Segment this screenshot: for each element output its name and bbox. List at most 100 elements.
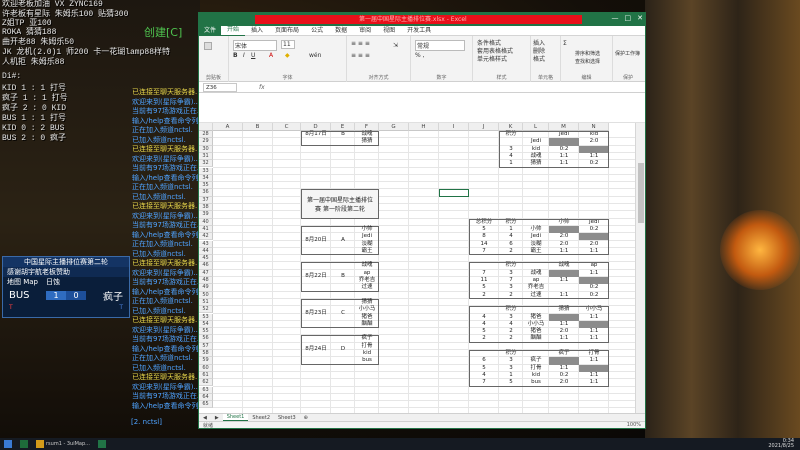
row-header[interactable]: 47 <box>199 269 213 277</box>
row-header[interactable]: 55 <box>199 328 213 336</box>
tab-5[interactable]: 审阅 <box>353 26 377 36</box>
currency-icon[interactable]: % , <box>415 52 425 59</box>
row-header[interactable]: 30 <box>199 145 213 153</box>
taskbar-app-1[interactable] <box>16 440 32 448</box>
number-format-select[interactable]: 常规 <box>415 40 465 51</box>
scrollbar-thumb[interactable] <box>638 163 644 223</box>
tab-7[interactable]: 开发工具 <box>401 26 437 36</box>
tab-1[interactable]: 插入 <box>245 26 269 36</box>
row-header[interactable]: 36 <box>199 189 213 197</box>
column-header[interactable]: M <box>549 123 579 131</box>
row-header[interactable]: 61 <box>199 371 213 380</box>
row-header[interactable]: 58 <box>199 350 213 358</box>
column-header[interactable]: L <box>523 123 549 131</box>
column-header[interactable]: D <box>301 123 331 131</box>
sheet-nav-left[interactable]: ◀ <box>199 415 211 421</box>
autosum-icon[interactable]: Σ <box>563 40 567 47</box>
find-select-button[interactable]: 查找和选择 <box>575 58 600 65</box>
row-header[interactable]: 28 <box>199 131 213 139</box>
player-cell[interactable]: 酗酗 <box>355 321 379 328</box>
spreadsheet-grid[interactable]: A B C D E F G H I J K L M N 28 29 30 31 32 33 34 35 36 37 38 39 40… <box>199 123 635 415</box>
group-letter[interactable]: B <box>331 273 355 280</box>
row-header[interactable]: 65 <box>199 401 213 409</box>
tab-6[interactable]: 视图 <box>377 26 401 36</box>
row-header[interactable]: 63 <box>199 386 213 394</box>
tab-4[interactable]: 数据 <box>329 26 353 36</box>
row-header[interactable]: 62 <box>199 379 213 387</box>
group-date[interactable]: 8月22日 <box>301 273 331 280</box>
player-cell[interactable]: 霸王 <box>355 248 379 255</box>
vertical-scrollbar[interactable] <box>635 123 645 415</box>
fill-color-icon[interactable]: ◆ <box>285 52 290 59</box>
row-header[interactable]: 42 <box>199 233 213 241</box>
column-header[interactable]: F <box>355 123 379 131</box>
add-sheet-button[interactable]: ⊕ <box>300 415 312 421</box>
sort-filter-button[interactable]: 排序和筛选 <box>575 50 600 57</box>
player-cell[interactable]: 打骨 <box>355 343 379 350</box>
player-cell[interactable]: 过速 <box>355 284 379 291</box>
column-header[interactable]: A <box>213 123 243 131</box>
tab-file[interactable]: 文件 <box>199 25 222 36</box>
table-cell[interactable] <box>469 153 499 160</box>
row-header[interactable]: 57 <box>199 342 213 350</box>
row-header[interactable]: 40 <box>199 218 213 226</box>
align-left-icon[interactable]: ≡ ≡ ≡ <box>351 52 370 59</box>
player-cell[interactable]: Jedi <box>355 233 379 240</box>
close-icon[interactable]: ✕ <box>637 14 643 22</box>
row-header[interactable]: 46 <box>199 262 213 270</box>
maximize-icon[interactable]: □ <box>625 14 632 22</box>
font-color-icon[interactable]: A <box>269 52 273 59</box>
fx-icon[interactable]: fx <box>259 84 265 91</box>
paste-icon[interactable] <box>204 42 212 50</box>
create-button[interactable]: 创建[C] <box>144 24 182 40</box>
phonetic-icon[interactable]: wén <box>309 52 321 59</box>
underline-button[interactable]: U <box>251 52 255 59</box>
column-header[interactable]: I <box>439 123 469 131</box>
sheet-tab[interactable]: Sheet1 <box>222 414 249 421</box>
format-button[interactable]: 格式 <box>533 54 545 63</box>
player-cell[interactable]: 淡糊 <box>355 241 379 248</box>
row-header[interactable]: 59 <box>199 357 213 365</box>
row-header[interactable]: 49 <box>199 284 213 292</box>
group-letter[interactable]: A <box>331 237 355 244</box>
player-cell[interactable]: 疯子 <box>355 335 379 342</box>
sheet-tab[interactable]: Sheet2 <box>248 415 274 421</box>
column-header[interactable]: C <box>273 123 301 131</box>
protect-button[interactable]: 保护工作簿 <box>615 50 640 57</box>
row-header[interactable]: 64 <box>199 393 213 402</box>
tab-0[interactable]: 开始 <box>221 25 246 37</box>
row-header[interactable]: 43 <box>199 240 213 248</box>
row-header[interactable]: 31 <box>199 152 213 161</box>
row-header[interactable]: 38 <box>199 204 213 212</box>
group-letter[interactable]: C <box>331 310 355 317</box>
wrap-text-icon[interactable]: ⇲ <box>393 42 398 49</box>
row-header[interactable]: 45 <box>199 255 213 263</box>
row-header[interactable]: 44 <box>199 247 213 256</box>
row-header[interactable]: 51 <box>199 298 213 307</box>
row-header[interactable]: 32 <box>199 160 213 168</box>
column-header[interactable]: K <box>499 123 523 131</box>
sheet-tab[interactable]: Sheet3 <box>274 415 300 421</box>
column-header[interactable]: J <box>469 123 499 131</box>
minimize-icon[interactable]: — <box>612 14 619 22</box>
row-header[interactable]: 29 <box>199 138 213 146</box>
tab-3[interactable]: 公式 <box>305 26 329 36</box>
name-box[interactable]: Z36 <box>203 82 237 92</box>
column-header[interactable]: N <box>579 123 609 131</box>
sheet-nav-right[interactable]: ▶ <box>211 415 223 421</box>
player-cell[interactable]: 小小马 <box>355 306 379 313</box>
group-date[interactable]: 8月24日 <box>301 346 331 353</box>
row-header[interactable]: 60 <box>199 364 213 372</box>
row-header[interactable]: 41 <box>199 225 213 234</box>
player-cell[interactable]: kid <box>355 350 379 357</box>
row-header[interactable]: 35 <box>199 182 213 190</box>
player-cell[interactable]: 猪爸 <box>355 314 379 321</box>
player-cell[interactable]: bus <box>355 357 379 364</box>
table-cell[interactable] <box>469 160 499 167</box>
active-cell-outline[interactable] <box>439 189 469 197</box>
row-header[interactable]: 50 <box>199 291 213 299</box>
cell-style-button[interactable]: 单元格样式 <box>477 54 507 63</box>
tab-2[interactable]: 页面布局 <box>269 26 305 36</box>
row-header[interactable]: 54 <box>199 320 213 329</box>
font-family-select[interactable]: 宋体 <box>233 40 277 51</box>
